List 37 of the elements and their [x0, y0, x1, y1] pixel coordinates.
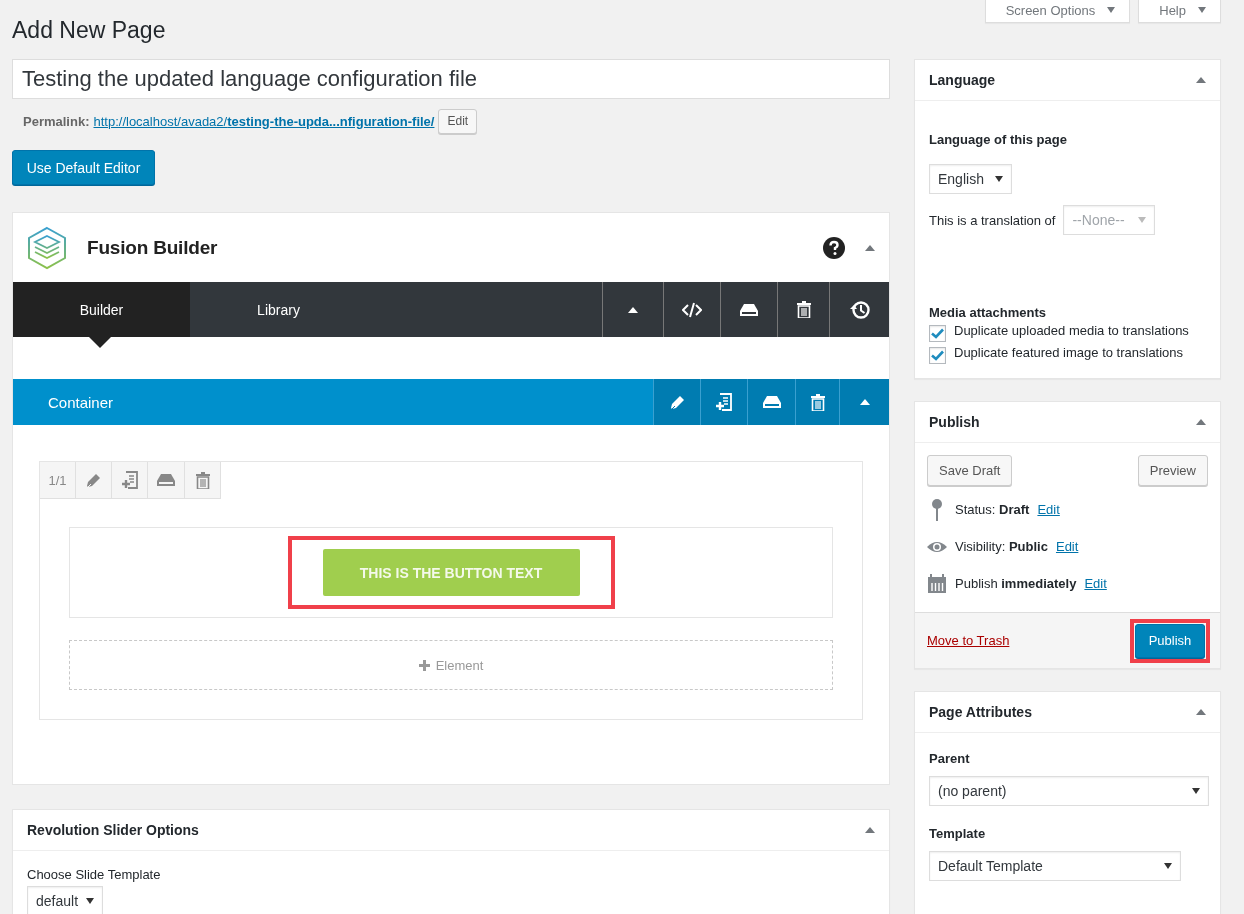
- panel-title: Revolution Slider Options: [27, 822, 199, 838]
- meta-text: Status: Draft: [955, 502, 1030, 517]
- edit-link[interactable]: Edit: [1084, 576, 1107, 591]
- container-title: Container: [48, 393, 114, 411]
- field-label: Language of this page: [929, 132, 1068, 147]
- checkbox-label: Duplicate uploaded media to translations: [954, 323, 1189, 338]
- panel-title: Page Attributes: [929, 704, 1032, 720]
- edit-link[interactable]: Edit: [1037, 502, 1060, 517]
- header-tab[interactable]: Help: [1138, 0, 1221, 23]
- save-draft-button[interactable]: Save Draft: [927, 455, 1013, 486]
- edit-button[interactable]: Edit: [438, 108, 478, 134]
- publish-button[interactable]: Publish: [1135, 623, 1205, 658]
- dropdown[interactable]: English: [929, 164, 1012, 194]
- header-tab[interactable]: Screen Options: [984, 0, 1131, 23]
- field-label: Media attachments: [929, 305, 1048, 320]
- field-label: Choose Slide Template: [27, 867, 162, 882]
- dropdown[interactable]: default: [27, 886, 103, 914]
- field-label: Parent: [929, 751, 971, 766]
- panel-title: Language: [929, 72, 996, 88]
- checkbox-label: Duplicate featured image to translations: [954, 345, 1184, 360]
- dropdown[interactable]: (no parent): [929, 776, 1209, 806]
- field-label: This is a translation of: [929, 212, 1056, 228]
- meta-text: Publish immediately: [955, 576, 1077, 591]
- builder-title: Fusion Builder: [87, 236, 219, 259]
- panel-title: Publish: [929, 414, 980, 430]
- edit-link[interactable]: Edit: [1055, 539, 1079, 554]
- dropdown[interactable]: Default Template: [929, 851, 1181, 881]
- permalink-label: Permalink:: [23, 113, 90, 129]
- permalink-link[interactable]: http://localhost/avada2/testing-the-upda...nfiguration-file/: [93, 113, 435, 129]
- field-label: Template: [929, 826, 987, 841]
- title-field[interactable]: Testing the updated language configuration file: [12, 59, 890, 99]
- preview-button[interactable]: Preview: [1137, 455, 1208, 486]
- meta-text: Visibility: Public: [955, 539, 1048, 554]
- default-editor-button[interactable]: Use Default Editor: [12, 150, 155, 185]
- column-size: 1/1: [40, 462, 76, 499]
- page-heading: Add New Page: [12, 18, 166, 42]
- trash-link[interactable]: Move to Trash: [927, 633, 1010, 648]
